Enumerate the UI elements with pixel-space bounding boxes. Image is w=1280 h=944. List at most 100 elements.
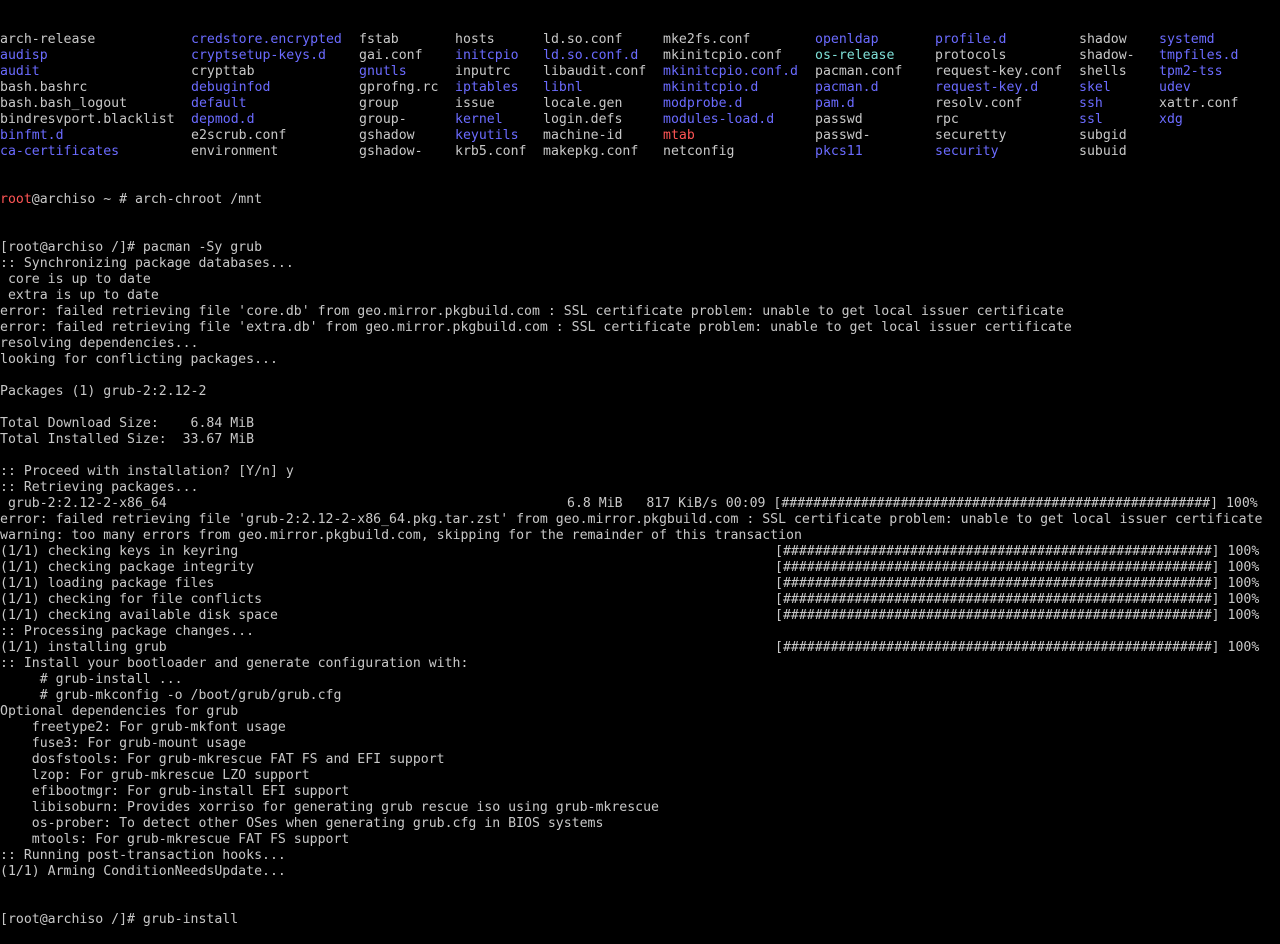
output-line: # grub-install ... [0, 672, 1280, 688]
ls-entry: gnutls [359, 64, 407, 79]
ls-entry: ssh [1079, 96, 1103, 111]
ls-entry: credstore.encrypted [191, 32, 342, 47]
ls-entry: xdg [1159, 112, 1183, 127]
ls-entry: group [359, 96, 399, 111]
ls-entry: hosts [455, 32, 495, 47]
output-text: os-prober: To detect other OSes when gen… [0, 816, 604, 831]
ls-row: audisp cryptsetup-keys.d gai.conf initcpio l… [0, 48, 1280, 64]
output-line: looking for conflicting packages... [0, 352, 1280, 368]
ls-entry: udev [1159, 80, 1191, 95]
output-line: fuse3: For grub-mount usage [0, 736, 1280, 752]
ls-entry: gprofng.rc [359, 80, 439, 95]
output-text: Packages (1) grub-2:2.12-2 [0, 384, 207, 399]
ls-entry: request-key.d [935, 80, 1039, 95]
ls-entry: tmpfiles.d [1159, 48, 1239, 63]
ls-entry: tpm2-tss [1159, 64, 1223, 79]
ls-entry: rpc [935, 112, 959, 127]
ls-listing: arch-release credstore.encrypted fstab host… [0, 32, 1280, 160]
output-text: error: failed retrieving file 'grub-2:2.… [0, 512, 1263, 527]
ls-entry: subgid [1079, 128, 1127, 143]
ls-entry: ca-certificates [0, 144, 120, 159]
ls-entry: pam.d [815, 96, 855, 111]
ls-entry: mtab [663, 128, 695, 143]
output-text: :: Retrieving packages... [0, 480, 199, 495]
prompt-user: root [0, 192, 32, 207]
output-text: Total Download Size: 6.84 MiB [0, 416, 255, 431]
output-line: core is up to date [0, 272, 1280, 288]
prompt-command: @archiso ~ # arch-chroot /mnt [31, 192, 263, 207]
ls-entry: pacman.conf [815, 64, 903, 79]
ls-entry: bindresvport.blacklist [0, 112, 175, 127]
output-text: extra is up to date [0, 288, 159, 303]
ls-entry: securetty [935, 128, 1007, 143]
ls-entry: security [935, 144, 999, 159]
ls-entry: audisp [0, 48, 48, 63]
ls-entry: group- [359, 112, 407, 127]
current-prompt: [root@archiso /]# grub-install [0, 912, 239, 927]
output-line: dosfstools: For grub-mkrescue FAT FS and… [0, 752, 1280, 768]
output-line: extra is up to date [0, 288, 1280, 304]
output-text: freetype2: For grub-mkfont usage [0, 720, 286, 735]
ls-entry: ssl [1079, 112, 1103, 127]
ls-entry: makepkg.conf [543, 144, 639, 159]
ls-entry: mkinitcpio.d [663, 80, 759, 95]
ls-entry: request-key.conf [935, 64, 1063, 79]
ls-entry: subuid [1079, 144, 1127, 159]
ls-entry: protocols [935, 48, 1007, 63]
progress-bar-text: [#######################################… [775, 592, 1260, 607]
ls-entry: modprobe.d [663, 96, 743, 111]
ls-entry: default [191, 96, 247, 111]
prompt-line-chroot: root@archiso ~ # arch-chroot /mnt [0, 192, 1280, 208]
output-line: freetype2: For grub-mkfont usage [0, 720, 1280, 736]
output-text: libisoburn: Provides xorriso for generat… [0, 800, 659, 815]
output-text: [root@archiso /]# pacman -Sy grub [0, 240, 263, 255]
output-line: (1/1) Arming ConditionNeedsUpdate... [0, 864, 1280, 880]
ls-entry: environment [191, 144, 279, 159]
ls-entry: login.defs [543, 112, 623, 127]
output-text: grub-2:2.12-2-x86_64 [0, 496, 167, 511]
output-text: :: Running post-transaction hooks... [0, 848, 286, 863]
output-text: # grub-mkconfig -o /boot/grub/grub.cfg [0, 688, 342, 703]
command-output: [root@archiso /]# pacman -Sy grub:: Sync… [0, 240, 1280, 880]
output-line: libisoburn: Provides xorriso for generat… [0, 800, 1280, 816]
output-line: lzop: For grub-mkrescue LZO support [0, 768, 1280, 784]
output-text: dosfstools: For grub-mkrescue FAT FS and… [0, 752, 445, 767]
ls-entry: xattr.conf [1159, 96, 1239, 111]
ls-entry: mkinitcpio.conf.d [663, 64, 798, 79]
ls-row: arch-release credstore.encrypted fstab host… [0, 32, 1280, 48]
ls-entry: passwd [815, 112, 863, 127]
output-line: Total Installed Size: 33.67 MiB [0, 432, 1280, 448]
ls-entry: machine-id [543, 128, 623, 143]
output-line: Optional dependencies for grub [0, 704, 1280, 720]
ls-entry: pacman.d [815, 80, 879, 95]
output-text: (1/1) checking for file conflicts [0, 592, 263, 607]
ls-entry: bash.bash_logout [0, 96, 128, 111]
output-text: (1/1) checking package integrity [0, 560, 255, 575]
output-line: [root@archiso /]# pacman -Sy grub [0, 240, 1280, 256]
ls-entry: fstab [359, 32, 399, 47]
output-text: # grub-install ... [0, 672, 183, 687]
progress-bar-text: [#######################################… [775, 544, 1260, 559]
output-text: Optional dependencies for grub [0, 704, 239, 719]
ls-entry: issue [455, 96, 495, 111]
ls-entry: binfmt.d [0, 128, 64, 143]
output-line: # grub-mkconfig -o /boot/grub/grub.cfg [0, 688, 1280, 704]
output-text: error: failed retrieving file 'core.db' … [0, 304, 1064, 319]
ls-entry: skel [1079, 80, 1111, 95]
ls-entry: gshadow [359, 128, 415, 143]
terminal-screen[interactable]: arch-release credstore.encrypted fstab host… [0, 0, 1280, 927]
output-text: (1/1) loading package files [0, 576, 215, 591]
ls-entry: passwd- [815, 128, 871, 143]
progress-bar-text: [#######################################… [775, 576, 1260, 591]
output-line: (1/1) checking available disk space [####… [0, 608, 1280, 624]
output-text: :: Proceed with installation? [Y/n] y [0, 464, 294, 479]
ls-entry: gai.conf [359, 48, 423, 63]
current-prompt-line[interactable]: [root@archiso /]# grub-install [0, 912, 1280, 928]
output-text: efibootmgr: For grub-install EFI support [0, 784, 350, 799]
output-line: :: Install your bootloader and generate … [0, 656, 1280, 672]
output-text: core is up to date [0, 272, 151, 287]
output-text: (1/1) installing grub [0, 640, 167, 655]
ls-entry: krb5.conf [455, 144, 527, 159]
output-text: (1/1) checking keys in keyring [0, 544, 239, 559]
